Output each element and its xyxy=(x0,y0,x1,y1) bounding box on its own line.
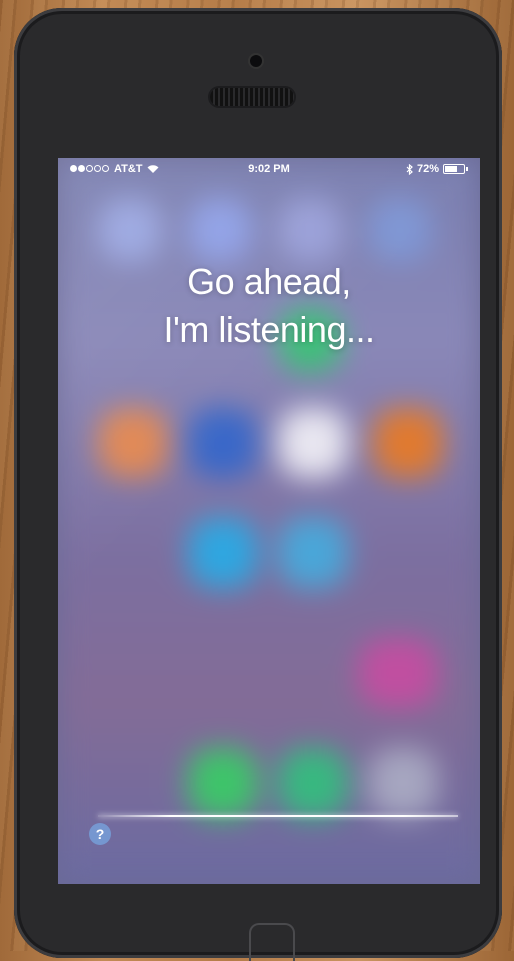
home-button[interactable] xyxy=(249,923,295,961)
siri-waveform-line xyxy=(98,815,458,817)
blurred-app-icon xyxy=(278,518,348,588)
siri-prompt-line-2: I'm listening... xyxy=(163,309,375,350)
bluetooth-icon xyxy=(406,163,413,175)
clock-time: 9:02 PM xyxy=(248,163,290,175)
blurred-app-icon xyxy=(188,198,252,262)
blurred-dock-icon xyxy=(368,748,438,818)
battery-tip-icon xyxy=(466,167,468,171)
blurred-app-icon xyxy=(98,198,162,262)
blurred-app-icon xyxy=(278,198,342,262)
blurred-app-icon xyxy=(358,638,438,708)
blurred-dock-icon xyxy=(188,748,258,818)
blurred-app-icon xyxy=(373,408,443,478)
earpiece-speaker xyxy=(210,88,294,106)
blurred-app-icon xyxy=(278,408,348,478)
siri-prompt-line-1: Go ahead, xyxy=(187,261,351,302)
blurred-app-icon xyxy=(188,408,258,478)
battery-icon xyxy=(443,164,465,174)
battery-area: 72% xyxy=(406,163,468,175)
battery-percentage: 72% xyxy=(416,163,439,175)
blurred-app-icon xyxy=(368,198,432,262)
front-camera xyxy=(250,55,262,67)
blurred-app-icon xyxy=(98,408,168,478)
blurred-dock-icon xyxy=(278,748,348,818)
siri-screen: AT&T 9:02 PM 72% Go ahead, I'm listening… xyxy=(58,158,480,884)
status-bar: AT&T 9:02 PM 72% xyxy=(58,158,480,180)
siri-prompt: Go ahead, I'm listening... xyxy=(58,258,480,354)
siri-help-button[interactable]: ? xyxy=(89,823,111,845)
iphone-device: AT&T 9:02 PM 72% Go ahead, I'm listening… xyxy=(14,8,502,961)
blurred-app-icon xyxy=(188,518,258,588)
